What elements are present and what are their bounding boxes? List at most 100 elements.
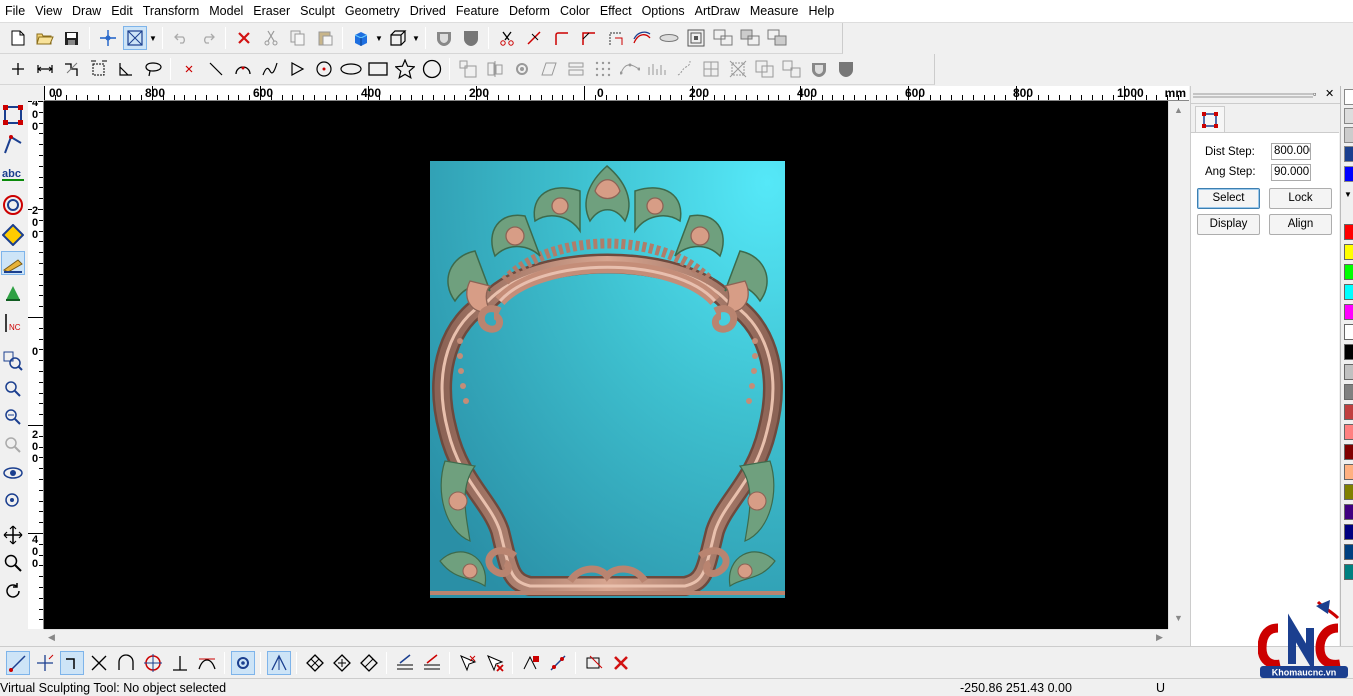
text-tool-icon[interactable]: abc: [1, 163, 25, 187]
display-button[interactable]: Display: [1197, 214, 1260, 235]
node-curve-icon[interactable]: [618, 57, 642, 81]
menu-drived[interactable]: Drived: [405, 0, 451, 23]
zoom-tool-icon[interactable]: [1, 551, 25, 575]
arc-icon[interactable]: [231, 57, 255, 81]
paste-icon[interactable]: [313, 26, 337, 50]
align-button[interactable]: Align: [1269, 214, 1332, 235]
zoom-in-icon[interactable]: [1, 377, 25, 401]
curve-offset-icon[interactable]: [630, 26, 654, 50]
stamp-icon[interactable]: [684, 26, 708, 50]
snap-intersect-icon[interactable]: [266, 650, 291, 675]
color-swatch[interactable]: [1344, 424, 1353, 440]
star-icon[interactable]: [393, 57, 417, 81]
layers-2-icon[interactable]: [420, 651, 444, 675]
horizontal-scrollbar[interactable]: ◀ ▶: [44, 629, 1168, 646]
snap-arc-icon[interactable]: [114, 651, 138, 675]
scissors-icon[interactable]: [495, 26, 519, 50]
dimension-icon[interactable]: [33, 57, 57, 81]
palette-tool-2-icon[interactable]: [1344, 108, 1353, 124]
diamond-3-icon[interactable]: [357, 651, 381, 675]
shield-3-icon[interactable]: [834, 57, 858, 81]
menu-draw[interactable]: Draw: [67, 0, 106, 23]
snap-cross-icon[interactable]: [87, 651, 111, 675]
step-icon[interactable]: [60, 57, 84, 81]
gear-icon[interactable]: [510, 57, 534, 81]
ellipse-flat-icon[interactable]: [657, 26, 681, 50]
boolean-sub-icon[interactable]: [738, 26, 762, 50]
stack-icon[interactable]: [564, 57, 588, 81]
layers-icon[interactable]: [393, 651, 417, 675]
scroll-down-arrow[interactable]: ▼: [1174, 613, 1183, 623]
snap-tangent-icon[interactable]: [195, 651, 219, 675]
vector-edit-icon[interactable]: [1, 133, 25, 157]
transform-icon[interactable]: [582, 651, 606, 675]
diamond-1-icon[interactable]: [303, 651, 327, 675]
menu-measure[interactable]: Measure: [745, 0, 804, 23]
line-icon[interactable]: [204, 57, 228, 81]
save-icon[interactable]: [60, 26, 84, 50]
node-edit-icon[interactable]: [1, 103, 25, 127]
open-icon[interactable]: [33, 26, 57, 50]
cube-wire-icon[interactable]: [386, 26, 410, 50]
view-eye-icon[interactable]: [1, 461, 25, 485]
spline-icon[interactable]: [258, 57, 282, 81]
ang-step-input[interactable]: 90.000: [1271, 164, 1311, 181]
menu-color[interactable]: Color: [555, 0, 595, 23]
menu-eraser[interactable]: Eraser: [248, 0, 295, 23]
color-swatch[interactable]: [1344, 304, 1353, 320]
select-dropdown-icon[interactable]: ▼: [148, 26, 158, 50]
corner-round-icon[interactable]: [576, 26, 600, 50]
diamond-2-icon[interactable]: [330, 651, 354, 675]
color-swatch[interactable]: [1344, 544, 1353, 560]
panel-tab-sculpt[interactable]: [1195, 106, 1225, 132]
vertical-scrollbar[interactable]: ▲ ▼: [1168, 101, 1188, 629]
pan-icon[interactable]: [1, 523, 25, 547]
ruler-nc-icon[interactable]: NC: [1, 311, 25, 335]
snap-perp-icon[interactable]: [168, 651, 192, 675]
group-icon[interactable]: [753, 57, 777, 81]
delete-icon[interactable]: [232, 26, 256, 50]
copy-icon[interactable]: [286, 26, 310, 50]
pick-2-icon[interactable]: [546, 651, 570, 675]
lock-button[interactable]: Lock: [1269, 188, 1332, 209]
palette-tool-3-icon[interactable]: [1344, 127, 1353, 143]
select-button[interactable]: Select: [1197, 188, 1260, 209]
color-swatch[interactable]: [1344, 504, 1353, 520]
palette-tool-icon[interactable]: [1344, 89, 1353, 105]
sculpt-tool-icon[interactable]: [1, 251, 25, 275]
rotate-view-icon[interactable]: [1, 579, 25, 603]
pick-icon[interactable]: [519, 651, 543, 675]
box-center-icon[interactable]: [699, 57, 723, 81]
new-icon[interactable]: [6, 26, 30, 50]
color-swatch[interactable]: [1344, 484, 1353, 500]
color-swatch[interactable]: [1344, 524, 1353, 540]
cube-dropdown-icon[interactable]: ▼: [374, 26, 384, 50]
redo-icon[interactable]: [196, 26, 220, 50]
box-nodes-icon[interactable]: [726, 57, 750, 81]
node-spiral-icon[interactable]: [672, 57, 696, 81]
color-swatch[interactable]: [1344, 444, 1353, 460]
panel-close-icon[interactable]: ✕: [1325, 87, 1334, 100]
cut-icon[interactable]: [259, 26, 283, 50]
shield-filled-icon[interactable]: [459, 26, 483, 50]
dist-step-input[interactable]: 800.000: [1271, 143, 1311, 160]
menu-effect[interactable]: Effect: [595, 0, 637, 23]
menu-file[interactable]: File: [0, 0, 30, 23]
menu-sculpt[interactable]: Sculpt: [295, 0, 340, 23]
menu-transform[interactable]: Transform: [138, 0, 205, 23]
cursor-x-icon[interactable]: [456, 651, 480, 675]
color-swatch[interactable]: [1344, 244, 1353, 260]
boolean-union-icon[interactable]: [711, 26, 735, 50]
color-swatch[interactable]: [1344, 344, 1353, 360]
menu-deform[interactable]: Deform: [504, 0, 555, 23]
color-swatch[interactable]: [1344, 564, 1353, 580]
cursor-red-icon[interactable]: [483, 651, 507, 675]
menu-options[interactable]: Options: [637, 0, 690, 23]
color-swatch[interactable]: [1344, 264, 1353, 280]
menu-geometry[interactable]: Geometry: [340, 0, 405, 23]
zoom-out-icon[interactable]: [1, 405, 25, 429]
color-swatch[interactable]: [1344, 284, 1353, 300]
mirror-icon[interactable]: [537, 57, 561, 81]
close-red-icon[interactable]: [609, 651, 633, 675]
3d-view-canvas[interactable]: [44, 101, 1168, 629]
